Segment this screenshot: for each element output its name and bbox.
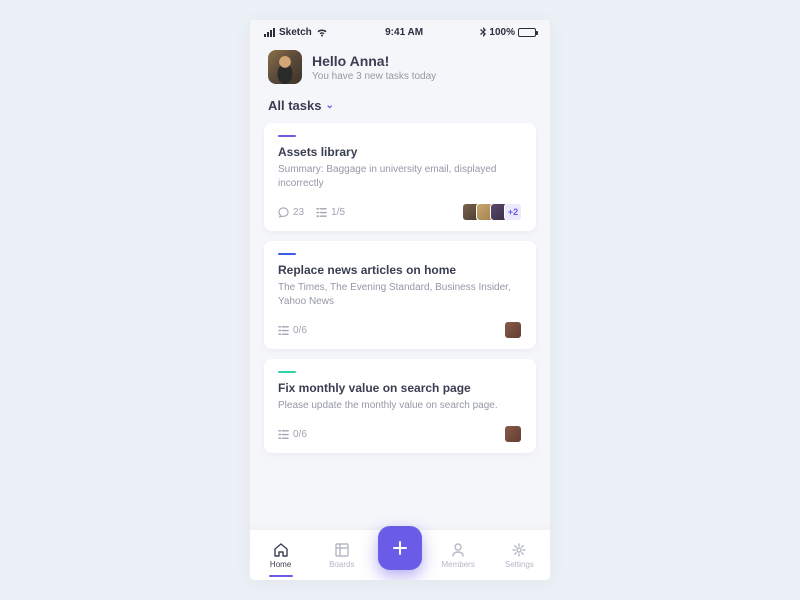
card-title: Fix monthly value on search page: [278, 381, 522, 395]
plus-icon: [390, 538, 410, 558]
more-assignees[interactable]: +2: [504, 203, 522, 221]
add-button[interactable]: [378, 526, 422, 570]
nav-settings[interactable]: Settings: [494, 542, 544, 569]
task-card[interactable]: Replace news articles on home The Times,…: [264, 241, 536, 349]
carrier-label: Sketch: [279, 27, 312, 38]
task-card[interactable]: Assets library Summary: Baggage in unive…: [264, 123, 536, 231]
signal-icon: [264, 28, 275, 37]
home-icon: [273, 542, 289, 558]
bottom-nav: Home Boards Members Settings: [250, 530, 550, 580]
status-time: 9:41 AM: [385, 27, 423, 38]
filter-label: All tasks: [268, 98, 321, 113]
gear-icon: [511, 542, 527, 558]
assignee-avatar[interactable]: [504, 321, 522, 339]
filter-dropdown[interactable]: All tasks ⌄: [250, 92, 550, 123]
task-list: Assets library Summary: Baggage in unive…: [250, 123, 550, 453]
card-accent: [278, 253, 296, 255]
comments-stat: 23: [278, 207, 304, 218]
wifi-icon: [316, 28, 328, 37]
user-avatar[interactable]: [268, 50, 302, 84]
card-accent: [278, 371, 296, 373]
checklist-stat: 0/6: [278, 325, 307, 336]
boards-icon: [334, 542, 350, 558]
assignees: [504, 321, 522, 339]
checklist-icon: [278, 325, 289, 336]
assignees: +2: [462, 203, 522, 221]
chevron-down-icon: ⌄: [325, 100, 333, 111]
task-card[interactable]: Fix monthly value on search page Please …: [264, 359, 536, 453]
header: Hello Anna! You have 3 new tasks today: [250, 40, 550, 92]
checklist-stat: 1/5: [316, 207, 345, 218]
members-icon: [450, 542, 466, 558]
assignees: [504, 425, 522, 443]
battery-icon: [518, 28, 536, 37]
checklist-stat: 0/6: [278, 429, 307, 440]
battery-percent: 100%: [489, 27, 515, 38]
nav-home[interactable]: Home: [256, 542, 306, 569]
bluetooth-icon: [480, 27, 486, 37]
card-accent: [278, 135, 296, 137]
status-bar: Sketch 9:41 AM 100%: [250, 20, 550, 40]
checklist-icon: [316, 207, 327, 218]
checklist-icon: [278, 429, 289, 440]
nav-members[interactable]: Members: [433, 542, 483, 569]
comment-icon: [278, 207, 289, 218]
card-title: Replace news articles on home: [278, 263, 522, 277]
greeting: Hello Anna!: [312, 53, 436, 69]
subtitle: You have 3 new tasks today: [312, 71, 436, 82]
phone-frame: Sketch 9:41 AM 100% Hello Anna! You have…: [250, 20, 550, 580]
assignee-avatar[interactable]: [504, 425, 522, 443]
card-title: Assets library: [278, 145, 522, 159]
card-desc: The Times, The Evening Standard, Busines…: [278, 281, 522, 309]
nav-boards[interactable]: Boards: [317, 542, 367, 569]
card-desc: Please update the monthly value on searc…: [278, 399, 522, 413]
card-desc: Summary: Baggage in university email, di…: [278, 163, 522, 191]
